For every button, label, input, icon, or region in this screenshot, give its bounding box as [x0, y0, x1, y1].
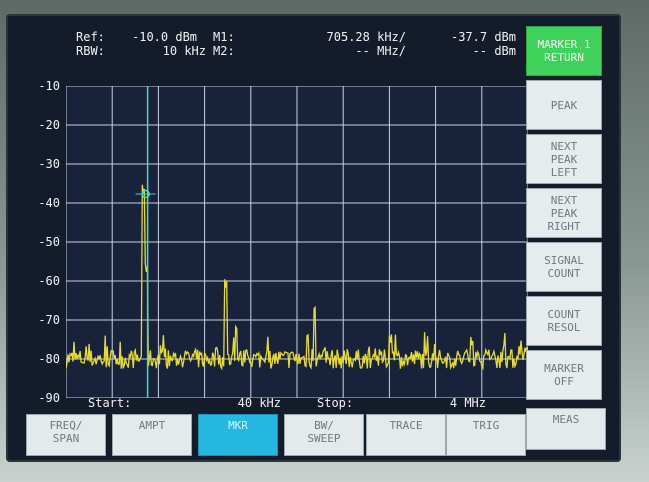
m2-label: M2:	[213, 44, 235, 58]
tab-mkr[interactable]: MKR	[198, 414, 278, 456]
ref-label: Ref:	[76, 30, 105, 44]
spectrum-plot	[66, 86, 528, 398]
m2-frequency: -- MHz/	[355, 44, 406, 58]
tab-meas[interactable]: MEAS	[526, 408, 606, 450]
y-tick-label: -50	[38, 235, 60, 249]
next-peak-left-softkey[interactable]: NEXT PEAK LEFT	[526, 134, 602, 184]
tab-trig[interactable]: TRIG	[446, 414, 526, 456]
rbw-label: RBW:	[76, 44, 105, 58]
stop-value: 4 MHz	[449, 396, 486, 410]
tab-bw-sweep[interactable]: BW/ SWEEP	[284, 414, 364, 456]
m2-level: -- dBm	[472, 44, 516, 58]
y-tick-label: -30	[38, 157, 60, 171]
m1-frequency: 705.28 kHz/	[326, 30, 406, 44]
next-peak-right-softkey[interactable]: NEXT PEAK RIGHT	[526, 188, 602, 238]
y-tick-label: -20	[38, 118, 60, 132]
count-resol-softkey[interactable]: COUNT RESOL	[526, 296, 602, 346]
m1-label: M1:	[213, 30, 235, 44]
y-tick-label: -70	[38, 313, 60, 327]
tab-trace[interactable]: TRACE	[366, 414, 446, 456]
tab-ampt[interactable]: AMPT	[112, 414, 192, 456]
y-tick-label: -80	[38, 352, 60, 366]
tab-freq-span[interactable]: FREQ/ SPAN	[26, 414, 106, 456]
y-tick-label: -60	[38, 274, 60, 288]
marker-return-softkey[interactable]: MARKER 1 RETURN	[526, 26, 602, 76]
y-tick-label: -90	[38, 391, 60, 405]
signal-count-softkey[interactable]: SIGNAL COUNT	[526, 242, 602, 292]
y-tick-label: -10	[38, 79, 60, 93]
start-label: Start:	[88, 396, 132, 410]
stop-label: Stop:	[317, 396, 354, 410]
marker-off-softkey[interactable]: MARKER OFF	[526, 350, 602, 400]
y-tick-label: -40	[38, 196, 60, 210]
rbw-value: 10 kHz	[162, 44, 206, 58]
start-value: 40 kHz	[237, 396, 281, 410]
m1-level: -37.7 dBm	[450, 30, 516, 44]
ref-value: -10.0 dBm	[132, 30, 198, 44]
peak-softkey[interactable]: PEAK	[526, 80, 602, 130]
